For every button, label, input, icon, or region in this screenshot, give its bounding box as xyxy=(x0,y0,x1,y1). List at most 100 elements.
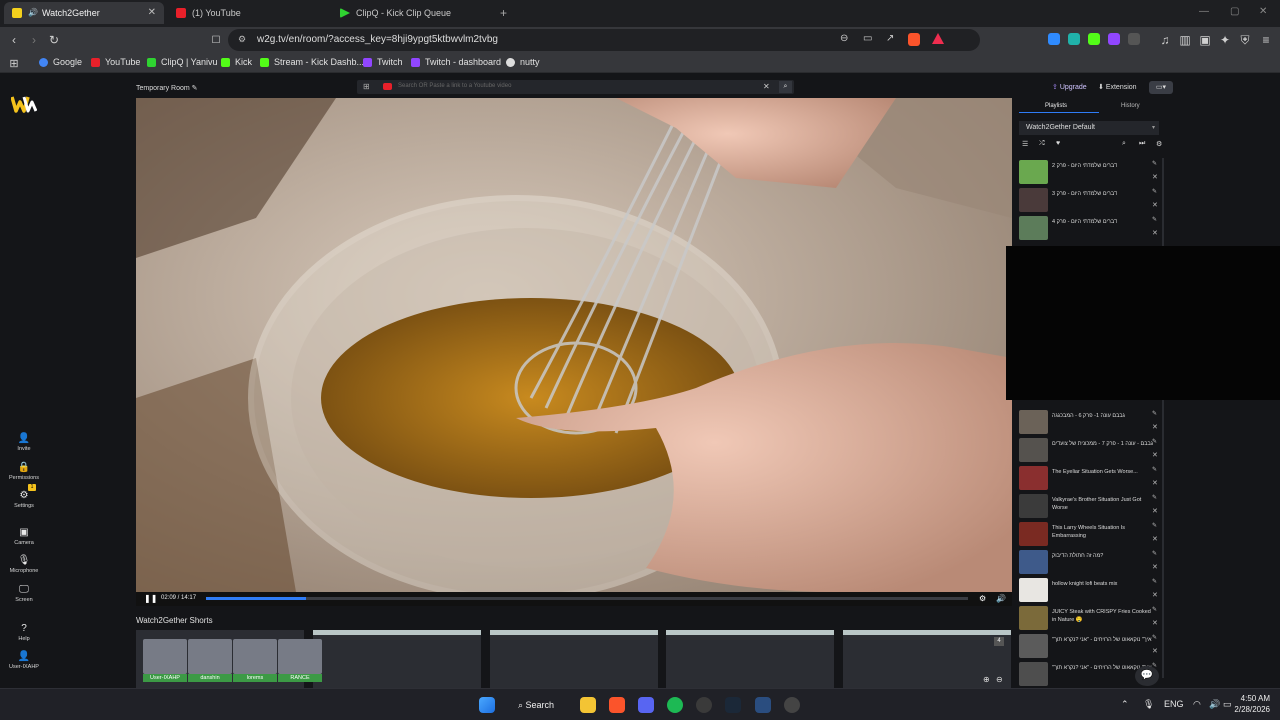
wallet-icon[interactable]: ▣ xyxy=(1197,32,1213,48)
settings-button[interactable]: ⚙ Settings 1 xyxy=(0,484,48,509)
bookmark-google[interactable]: Google xyxy=(39,57,82,67)
bookmark-kick-dashboard[interactable]: Stream - Kick Dashb... xyxy=(260,57,364,67)
edit-icon[interactable]: ✎ xyxy=(1152,410,1157,417)
minimize-icon[interactable]: — xyxy=(1199,6,1209,17)
volume-icon[interactable]: 🔊 xyxy=(996,594,1006,603)
vpn-icon[interactable]: ⛨ xyxy=(1237,32,1253,48)
apps-grid-icon[interactable]: ⊞ xyxy=(6,55,22,71)
chat-bubble-icon[interactable]: 💬 xyxy=(1135,666,1159,686)
edit-icon[interactable]: ✎ xyxy=(1152,494,1157,501)
url-text[interactable]: w2g.tv/en/room/?access_key=8hji9ypgt5ktb… xyxy=(257,34,498,45)
short-card[interactable] xyxy=(490,630,658,688)
remove-icon[interactable]: ✕ xyxy=(1152,535,1158,543)
tab-playlists[interactable]: Playlists xyxy=(1045,103,1067,109)
app-icon[interactable] xyxy=(755,697,771,713)
clear-search-icon[interactable]: ✕ xyxy=(763,82,770,91)
extension-translate-icon[interactable] xyxy=(1068,33,1080,45)
tab-history[interactable]: History xyxy=(1121,103,1140,109)
bookmark-clipq[interactable]: ClipQ | Yanivu xyxy=(147,57,218,67)
microphone-button[interactable]: 🎙 Microphone xyxy=(0,555,48,574)
forward-icon[interactable]: › xyxy=(26,32,42,48)
reload-icon[interactable]: ↻ xyxy=(46,32,62,48)
edit-icon[interactable]: ✎ xyxy=(1152,578,1157,585)
menu-icon[interactable]: ≡ xyxy=(1258,32,1274,48)
bookmark-youtube[interactable]: YouTube xyxy=(91,57,140,67)
remove-icon[interactable]: ✕ xyxy=(1152,451,1158,459)
edit-icon[interactable]: ✎ xyxy=(1152,188,1157,195)
list-item[interactable]: hollow knight lofi beats mix ✎ ✕ xyxy=(1019,578,1174,602)
video-player[interactable] xyxy=(136,98,1012,592)
language-indicator[interactable]: ENG xyxy=(1164,699,1184,709)
address-bar[interactable]: ⚙ w2g.tv/en/room/?access_key=8hji9ypgt5k… xyxy=(228,29,980,51)
chatgpt-icon[interactable] xyxy=(696,697,712,713)
list-item[interactable]: "איך" נוקאאוט של הרויחים - "אני ?נקרא תו… xyxy=(1019,634,1174,658)
leo-ai-icon[interactable]: ✦ xyxy=(1217,32,1233,48)
extension-kick-icon[interactable] xyxy=(1088,33,1100,45)
remove-icon[interactable]: ✕ xyxy=(1152,173,1158,181)
edit-room-icon[interactable]: ✎ xyxy=(192,85,198,92)
bookmark-kick[interactable]: Kick xyxy=(221,57,252,67)
user-tile[interactable]: lorems xyxy=(233,639,277,682)
search-icon[interactable]: ⌕ xyxy=(779,81,792,93)
watch2gether-logo[interactable] xyxy=(11,95,37,113)
spotify-icon[interactable] xyxy=(667,697,683,713)
extension-generic-icon[interactable] xyxy=(1128,33,1140,45)
close-tab-icon[interactable]: ✕ xyxy=(148,7,156,18)
edit-icon[interactable]: ✎ xyxy=(1152,606,1157,613)
new-tab-plus-icon[interactable]: + xyxy=(500,6,507,20)
clock[interactable]: 4:50 AM 2/28/2026 xyxy=(1228,693,1270,715)
list-item[interactable]: מה זה חתולת הדיבוק? ✎ ✕ xyxy=(1019,550,1174,574)
search-icon[interactable]: ⌕ xyxy=(1122,140,1126,148)
cast-icon[interactable]: ▭ xyxy=(863,33,872,44)
list-item[interactable]: דברים שלמדתי היום - פרק 4 ✎ ✕ xyxy=(1019,216,1174,240)
list-item[interactable]: גבבם עונה 1- פרק 6 - המבכגגה ✎ ✕ xyxy=(1019,410,1174,434)
settings-icon[interactable]: ⚙ xyxy=(979,594,986,603)
edit-icon[interactable]: ✎ xyxy=(1152,466,1157,473)
user-profile-button[interactable]: 👤 User-IXAHP xyxy=(0,651,48,670)
grid-icon[interactable]: ⊞ xyxy=(363,82,370,91)
list-item[interactable]: The Eyeliar Situation Gets Worse... ✎ ✕ xyxy=(1019,466,1174,490)
discord-icon[interactable] xyxy=(638,697,654,713)
remove-icon[interactable]: ✕ xyxy=(1152,563,1158,571)
invite-button[interactable]: 👤 Invite xyxy=(0,433,48,452)
bookmark-twitch[interactable]: Twitch xyxy=(363,57,403,67)
heart-icon[interactable]: ♥ xyxy=(1056,140,1060,147)
edit-icon[interactable]: ✎ xyxy=(1152,522,1157,529)
screen-share-button[interactable]: 🖵 Screen xyxy=(0,584,48,603)
help-button[interactable]: ? Help xyxy=(0,623,48,642)
video-search-bar[interactable]: ⊞ Search OR Paste a link to a Youtube vi… xyxy=(357,80,794,94)
user-tile[interactable]: danshin xyxy=(188,639,232,682)
remove-icon[interactable]: ✕ xyxy=(1152,423,1158,431)
site-info-icon[interactable]: ⚙ xyxy=(238,34,246,45)
bookmark-page-icon[interactable]: ☐ xyxy=(208,32,224,48)
remove-icon[interactable]: ✕ xyxy=(1152,229,1158,237)
close-window-icon[interactable]: ✕ xyxy=(1259,6,1267,17)
volume-tray-icon[interactable]: 🔊 xyxy=(1209,699,1220,710)
edit-icon[interactable]: ✎ xyxy=(1152,160,1157,167)
short-card[interactable]: 4 ⊕ ⊖ xyxy=(843,630,1011,688)
extension-audio-icon[interactable] xyxy=(1048,33,1060,45)
list-item[interactable]: This Larry Wheels Situation Is Embarrass… xyxy=(1019,522,1174,546)
sidebar-icon[interactable]: ▥ xyxy=(1177,32,1193,48)
app-icon[interactable] xyxy=(784,697,800,713)
remove-icon[interactable]: ✕ xyxy=(1152,201,1158,209)
brave-rewards-icon[interactable] xyxy=(932,33,944,44)
bookmark-twitch-dashboard[interactable]: Twitch - dashboard xyxy=(411,57,501,67)
zoom-in-icon[interactable]: ⊕ xyxy=(983,675,990,684)
edit-icon[interactable]: ✎ xyxy=(1152,634,1157,641)
brave-browser-icon[interactable] xyxy=(609,697,625,713)
shuffle-icon[interactable]: ⤮ xyxy=(1039,140,1045,148)
wifi-icon[interactable]: ◠ xyxy=(1193,699,1201,710)
user-tile[interactable]: RANCE xyxy=(278,639,322,682)
list-item[interactable]: דברים שלמדתי היום - פרק 2 ✎ ✕ xyxy=(1019,160,1174,184)
tab-youtube[interactable]: (1) YouTube xyxy=(168,2,328,24)
progress-track[interactable] xyxy=(206,597,968,600)
short-card[interactable] xyxy=(313,630,481,688)
maximize-icon[interactable]: ▢ xyxy=(1230,6,1239,17)
zoom-icon[interactable]: ⊖ xyxy=(840,33,848,44)
permissions-button[interactable]: 🔒 Permissions xyxy=(0,462,48,481)
playlist-select[interactable]: Watch2Gether Default ▾ xyxy=(1019,121,1159,135)
brave-shield-icon[interactable] xyxy=(908,33,920,46)
room-name[interactable]: Temporary Room ✎ xyxy=(136,84,198,92)
skip-icon[interactable]: ⏭ xyxy=(1139,140,1145,148)
